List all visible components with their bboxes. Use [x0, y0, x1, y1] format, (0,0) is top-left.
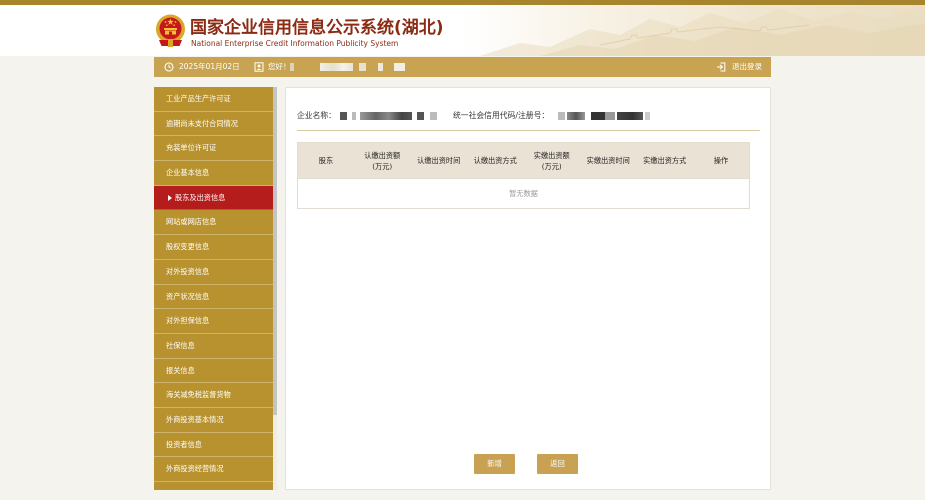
main-panel: 企业名称： 统一社会信用代码/注册号： 股东 认缴出资额 (万元) 认缴出资时间… — [285, 87, 771, 490]
table-row: 暂无数据 — [297, 178, 750, 209]
redacted-block — [290, 63, 294, 71]
sidebar-item-filling-license[interactable]: 充装单位许可证 — [154, 136, 273, 162]
table-header-row: 股东 认缴出资额 (万元) 认缴出资时间 认缴出资方式 实缴出资额 (万元) 实… — [297, 142, 750, 179]
current-date: 2025年01月02日 — [179, 62, 240, 71]
sidebar-scrollbar[interactable] — [273, 87, 277, 490]
redacted-block — [617, 112, 643, 120]
logout-label: 退出登录 — [732, 62, 762, 71]
sidebar-item-social-security[interactable]: 社保信息 — [154, 334, 273, 359]
sidebar-item-foreign-operations[interactable]: 外商投资经营情况 — [154, 457, 273, 482]
header-landscape-decoration — [480, 7, 925, 56]
redacted-block — [394, 63, 405, 71]
redacted-block — [417, 112, 424, 120]
greeting-text: 您好！ — [268, 62, 291, 71]
redacted-block — [558, 112, 565, 120]
sidebar-item-shareholders[interactable]: 股东及出资信息 — [154, 185, 273, 211]
redacted-block — [605, 112, 615, 120]
sidebar-item-website[interactable]: 网站或网店信息 — [154, 210, 273, 236]
national-emblem-icon — [156, 14, 185, 47]
sidebar-item-investors[interactable]: 投资者信息 — [154, 433, 273, 458]
redacted-block — [430, 112, 437, 120]
section-divider — [297, 130, 760, 131]
sidebar-item-industrial-license[interactable]: 工业产品生产许可证 — [154, 87, 273, 112]
redacted-block — [591, 112, 605, 120]
sidebar-item-assets[interactable]: 资产状况信息 — [154, 285, 273, 310]
add-button[interactable]: 新增 — [474, 454, 515, 474]
shareholder-contribution-table: 股东 认缴出资额 (万元) 认缴出资时间 认缴出资方式 实缴出资额 (万元) 实… — [297, 142, 750, 209]
column-header-subscribed-method: 认缴出资方式 — [467, 142, 524, 179]
sidebar-menu: 工业产品生产许可证 逾期尚未支付合同情况 充装单位许可证 企业基本信息 股东及出… — [154, 87, 273, 490]
redacted-block — [359, 63, 366, 71]
sidebar-item-overdue-contracts[interactable]: 逾期尚未支付合同情况 — [154, 112, 273, 137]
column-header-paid-method: 实缴出资方式 — [636, 142, 693, 179]
sidebar-scrollbar-thumb[interactable] — [273, 87, 277, 415]
sidebar-item-customs[interactable]: 报关信息 — [154, 359, 273, 384]
column-header-paid-date: 实缴出资时间 — [580, 142, 637, 179]
redacted-block — [352, 112, 356, 120]
sidebar-item-customs-exempt-goods[interactable]: 海关减免税监督货物 — [154, 383, 273, 408]
redacted-block — [320, 63, 353, 71]
user-icon — [254, 62, 264, 72]
redacted-block — [340, 112, 347, 120]
site-title: 国家企业信用信息公示系统(湖北) — [190, 18, 444, 38]
column-header-actions: 操作 — [693, 142, 750, 179]
sidebar-item-equity-change[interactable]: 股权变更信息 — [154, 235, 273, 260]
company-name-label: 企业名称： — [297, 111, 336, 120]
info-bar: 2025年01月02日 您好！ 退出登录 — [154, 57, 771, 77]
column-header-subscribed-amount: 认缴出资额 (万元) — [354, 142, 411, 179]
site-header: 国家企业信用信息公示系统(湖北) National Enterprise Cre… — [0, 5, 925, 56]
column-header-paid-amount: 实缴出资额 (万元) — [523, 142, 580, 179]
clock-icon — [164, 62, 174, 72]
column-header-subscribed-date: 认缴出资时间 — [410, 142, 467, 179]
sidebar-item-label: 股东及出资信息 — [175, 192, 226, 202]
caret-right-icon — [168, 194, 172, 201]
redacted-block — [378, 63, 383, 71]
sidebar-item-external-investment[interactable]: 对外投资信息 — [154, 260, 273, 285]
redacted-block — [567, 112, 585, 120]
logout-icon — [717, 62, 726, 72]
sidebar-item-guarantee[interactable]: 对外担保信息 — [154, 309, 273, 334]
sidebar-item-basic-info[interactable]: 企业基本信息 — [154, 161, 273, 186]
redacted-block — [360, 112, 412, 120]
site-subtitle: National Enterprise Credit Information P… — [191, 39, 399, 48]
column-header-shareholder: 股东 — [297, 142, 354, 179]
logout-button[interactable]: 退出登录 — [714, 57, 771, 77]
empty-state-text: 暂无数据 — [297, 178, 750, 209]
back-button[interactable]: 返回 — [537, 454, 578, 474]
sidebar-item-foreign-basic[interactable]: 外商投资基本情况 — [154, 408, 273, 433]
credit-code-label: 统一社会信用代码/注册号： — [453, 111, 550, 120]
redacted-block — [645, 112, 650, 120]
